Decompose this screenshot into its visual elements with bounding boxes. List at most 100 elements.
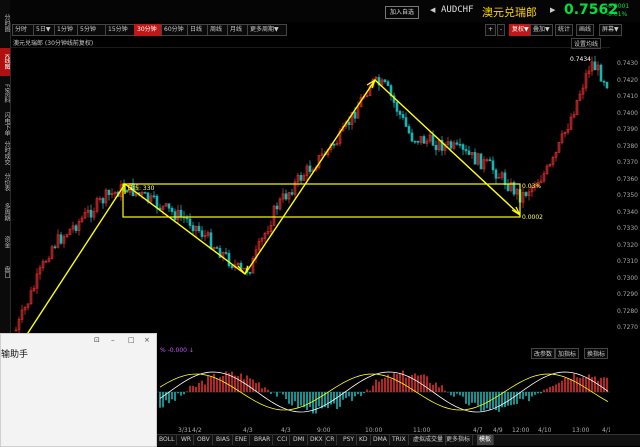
candle-body: [89, 209, 93, 218]
indicator-tab-3[interactable]: BIAS: [214, 435, 233, 445]
candle-body: [185, 217, 189, 220]
candle-body: [467, 150, 471, 155]
left-tab-6[interactable]: 多周期: [0, 198, 10, 226]
indicator-tab-12[interactable]: DMA: [371, 435, 390, 445]
x-tick-label: 4/9: [493, 427, 503, 434]
helper-window[interactable]: 输助手 ⊡ – □ ×: [0, 333, 157, 447]
candle-body: [404, 117, 408, 127]
candle-body: [308, 165, 312, 172]
x-tick-label: 11:00: [413, 427, 430, 434]
candle-body: [461, 144, 465, 150]
candle-body: [173, 211, 177, 220]
left-tab-8[interactable]: 盘口: [0, 258, 10, 286]
indicator-control-0[interactable]: 改参数: [531, 348, 556, 359]
indicator-tab-13[interactable]: TRIX: [390, 435, 409, 445]
left-tab-4[interactable]: 分时成交: [0, 140, 10, 166]
chart-control-4[interactable]: 统计: [555, 24, 574, 36]
y-tick-label: 0.7330: [617, 225, 638, 232]
candle-body: [422, 136, 426, 144]
candle-body: [101, 198, 105, 204]
candle-body: [503, 172, 507, 185]
candle-body: [416, 140, 420, 143]
candle-body: [605, 81, 609, 89]
indicator-tab-1[interactable]: WR: [179, 435, 195, 445]
candle-body: [143, 192, 147, 194]
x-tick-label: 3/31: [178, 427, 192, 434]
candle-body: [431, 134, 435, 146]
candle-body: [332, 144, 336, 146]
indicator-control-1[interactable]: 加指标: [555, 348, 580, 359]
left-tab-1[interactable]: K线图: [0, 48, 10, 76]
candle-body: [227, 252, 231, 267]
minimize-icon[interactable]: –: [111, 336, 115, 344]
next-symbol-icon[interactable]: ▶: [550, 6, 555, 14]
indicator-tab-15[interactable]: 更多指标: [444, 435, 474, 445]
candle-body: [455, 142, 459, 145]
price-axis: 0.7430 0.7420 0.7410 0.7400 0.7390 0.7380 0.73…: [610, 47, 640, 342]
indicator-tab-11[interactable]: KD: [357, 435, 371, 445]
candle-body: [506, 184, 510, 191]
macd-value-label: % -0.000 ↓: [160, 347, 194, 354]
candle-body: [347, 121, 351, 126]
candle-body: [299, 175, 303, 181]
chart-control-0[interactable]: +: [485, 24, 497, 36]
left-tab-5[interactable]: 分价表: [0, 168, 10, 196]
add-watchlist-button[interactable]: 加入自选: [385, 6, 420, 19]
period-button-4[interactable]: 15分钟: [105, 24, 137, 36]
prev-symbol-icon[interactable]: ◀: [430, 6, 435, 14]
candle-body: [155, 195, 159, 209]
x-tick-label: 4/7: [473, 427, 483, 434]
indicator-tab-6[interactable]: CCI: [275, 435, 291, 445]
indicator-tab-4[interactable]: ENE: [233, 435, 251, 445]
period-button-10[interactable]: 更多周期▼: [247, 24, 287, 36]
candle-body: [59, 234, 63, 244]
candle-body: [200, 230, 204, 237]
candle-body: [224, 252, 228, 254]
candle-body: [353, 111, 357, 119]
restore-icon[interactable]: ⊡: [94, 336, 100, 344]
indicator-tab-5[interactable]: BRAR: [252, 435, 274, 445]
candle-body: [593, 61, 597, 71]
indicator-tab-10[interactable]: PSY: [341, 435, 358, 445]
close-icon[interactable]: ×: [144, 336, 150, 344]
left-tab-7[interactable]: 资金: [0, 228, 10, 256]
candle-body: [74, 225, 78, 231]
indicator-tab-16[interactable]: 模板: [477, 435, 495, 445]
period-button-3[interactable]: 5分钟: [77, 24, 108, 36]
left-tab-3[interactable]: 闪电下单: [0, 110, 10, 138]
maximize-icon[interactable]: □: [128, 336, 135, 344]
chart-control-5[interactable]: 画线: [576, 24, 595, 36]
chart-control-1[interactable]: -: [497, 24, 506, 36]
indicator-control-2[interactable]: 换指标: [584, 348, 609, 359]
candle-body: [107, 189, 111, 195]
chart-control-6[interactable]: 屏幕▼: [599, 24, 622, 36]
candle-body: [167, 203, 171, 209]
candle-body: [197, 225, 201, 232]
symbol-code: AUDCHF: [441, 5, 474, 15]
candlestick-chart[interactable]: 日线: 330 0.03% 0.0002 0.7434: [10, 47, 610, 342]
indicator-tab-7[interactable]: DMI: [291, 435, 308, 445]
left-tab-2[interactable]: F9资料: [0, 80, 10, 108]
helper-window-title: 输助手: [1, 350, 29, 360]
candle-body: [602, 80, 606, 83]
candle-body: [599, 64, 603, 82]
y-tick-label: 0.7270: [617, 324, 638, 331]
candle-body: [410, 132, 414, 142]
y-tick-label: 0.7380: [617, 142, 638, 150]
y-tick-label: 0.7390: [617, 126, 638, 133]
left-tab-0[interactable]: 分时图: [0, 2, 10, 44]
range-box-drawing[interactable]: [122, 183, 521, 218]
candle-body: [215, 247, 219, 249]
period-button-5[interactable]: 30分钟: [134, 24, 164, 36]
x-tick-label: 9:00: [317, 427, 331, 434]
chart-control-3[interactable]: 叠加▼: [530, 24, 553, 36]
indicator-tab-9[interactable]: CR: [324, 435, 338, 445]
y-tick-label: 0.7420: [617, 76, 638, 84]
chart-control-2[interactable]: 复权▼: [509, 24, 532, 36]
indicator-tab-2[interactable]: OBV: [195, 435, 213, 445]
indicator-tab-0[interactable]: BOLL: [157, 435, 178, 445]
x-tick-label: 4/11: [602, 427, 610, 434]
indicator-tab-14[interactable]: 虚拟成交量: [411, 435, 447, 445]
y-tick-label: 0.7320: [617, 241, 638, 249]
candle-body: [290, 192, 294, 195]
